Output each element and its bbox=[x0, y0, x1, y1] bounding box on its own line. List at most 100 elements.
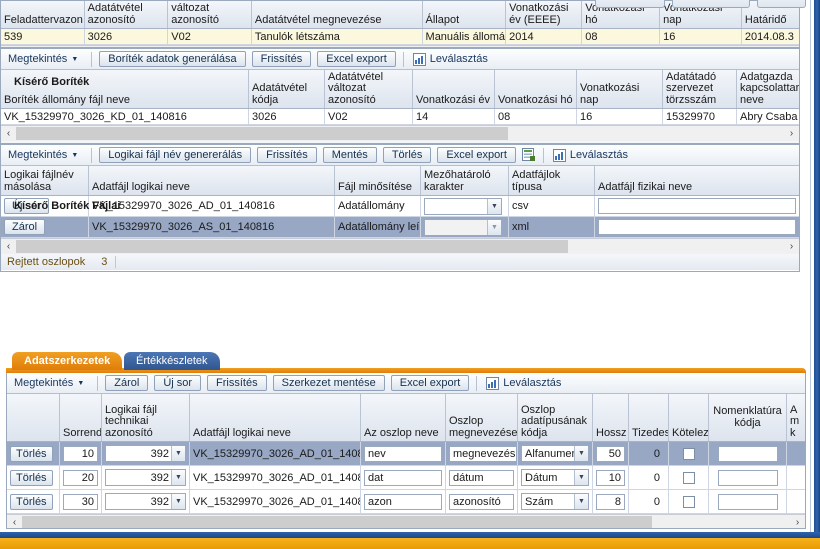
col-nomenklatura-kodja[interactable]: Nomenklatúra kódja bbox=[709, 394, 787, 441]
delete-button[interactable]: Törlés bbox=[382, 147, 432, 163]
required-checkbox[interactable] bbox=[682, 471, 695, 484]
scroll-right-icon[interactable]: › bbox=[790, 514, 805, 528]
col-oszlop-megnevezese[interactable]: Oszlop megnevezése bbox=[446, 394, 518, 441]
scroll-thumb[interactable] bbox=[16, 239, 568, 253]
adatszerkezetek-hscrollbar[interactable]: ‹ › bbox=[7, 514, 805, 528]
detach-button[interactable]: Leválasztás bbox=[411, 52, 488, 66]
col-vonatkozasi-nap[interactable]: Vonatkozási nap bbox=[577, 70, 663, 108]
required-checkbox[interactable] bbox=[682, 495, 695, 508]
nomenclature-code-input[interactable] bbox=[717, 493, 778, 510]
grid-settings-icon[interactable] bbox=[521, 148, 536, 162]
nomenclature-code-input[interactable] bbox=[717, 445, 778, 462]
table-row[interactable]: 539 3026 V02 Tanulók létszáma Manuális á… bbox=[1, 29, 799, 45]
tab-ertekkeszletek[interactable]: Értékkészletek bbox=[124, 352, 220, 370]
generate-envelope-data-button[interactable]: Boríték adatok generálása bbox=[99, 51, 246, 67]
delete-row-button[interactable]: Törlés bbox=[10, 493, 53, 510]
refresh-button[interactable]: Frissítés bbox=[257, 147, 317, 163]
refresh-button[interactable]: Frissítés bbox=[251, 51, 312, 67]
scroll-right-icon[interactable]: › bbox=[784, 125, 799, 141]
detach-button[interactable]: Leválasztás bbox=[551, 148, 628, 162]
length-input[interactable]: 50 bbox=[596, 445, 625, 462]
nomenclature-code-input[interactable] bbox=[717, 469, 778, 486]
technical-id-select[interactable]: 392 ▼ bbox=[105, 493, 186, 510]
view-menu-button[interactable]: Megtekintés ▼ bbox=[4, 52, 84, 66]
column-name-input[interactable]: dat bbox=[364, 469, 442, 486]
physical-filename-input[interactable] bbox=[598, 198, 796, 214]
table-row[interactable]: Törlés 30 392 ▼ VK_15329970_3026_AD_01_1… bbox=[7, 490, 805, 514]
col-hossz[interactable]: Hossz bbox=[593, 394, 629, 441]
column-caption-input[interactable]: dátum bbox=[449, 469, 514, 486]
col-adatfajl-logikai-neve[interactable]: Adatfájl logikai neve bbox=[190, 394, 361, 441]
col-vonatkozasi-ev[interactable]: Vonatkozási év bbox=[413, 70, 495, 108]
refresh-button[interactable]: Frissítés bbox=[207, 375, 267, 391]
column-name-input[interactable]: nev bbox=[364, 445, 442, 462]
scroll-thumb[interactable] bbox=[16, 126, 508, 140]
field-separator-select[interactable]: ▼ bbox=[424, 197, 502, 215]
col-kapcsolattarto[interactable]: Adatgazda kapcsolattar neve bbox=[737, 70, 799, 108]
technical-id-select[interactable]: 392 ▼ bbox=[105, 445, 186, 462]
lock-button[interactable]: Zárol bbox=[105, 375, 149, 391]
col-tizedes[interactable]: Tizedes bbox=[629, 394, 669, 441]
length-input[interactable]: 10 bbox=[596, 469, 625, 486]
col-torzsszam[interactable]: Adatátadó szervezet törzsszám bbox=[663, 70, 737, 108]
excel-export-button[interactable]: Excel export bbox=[437, 147, 516, 163]
data-type-select[interactable]: Alfanumerik ▼ bbox=[521, 445, 589, 462]
top-button-2[interactable] bbox=[672, 0, 750, 8]
col-sorrend[interactable]: Sorrend bbox=[60, 394, 102, 441]
detach-button[interactable]: Leválasztás bbox=[484, 376, 561, 390]
scroll-left-icon[interactable]: ‹ bbox=[1, 238, 16, 254]
scroll-track[interactable] bbox=[16, 238, 784, 254]
table-row[interactable]: VK_15329970_3026_KD_01_140816 3026 V02 1… bbox=[1, 109, 799, 125]
kisero-boritek-hscrollbar[interactable]: ‹ › bbox=[1, 125, 799, 141]
table-row[interactable]: Új sor VK_15329970_3026_AD_01_140816 Ada… bbox=[1, 196, 799, 217]
col-fajl-minositese[interactable]: Fájl minősítése bbox=[335, 166, 421, 195]
column-caption-input[interactable]: azonosító bbox=[449, 493, 514, 510]
col-kotelezo[interactable]: Kötelező bbox=[669, 394, 709, 441]
scroll-left-icon[interactable]: ‹ bbox=[7, 514, 22, 528]
scroll-thumb[interactable] bbox=[22, 515, 652, 528]
col-valtozat-azonosito[interactable]: Adatátvétel változat azonosító bbox=[325, 70, 413, 108]
col-az-oszlop-neve[interactable]: Az oszlop neve bbox=[361, 394, 446, 441]
physical-filename-input[interactable] bbox=[598, 219, 796, 235]
order-input[interactable]: 20 bbox=[63, 469, 98, 486]
col-technikai-azonosito[interactable]: Logikai fájl technikai azonosító bbox=[102, 394, 190, 441]
field-separator-select[interactable]: ▼ bbox=[424, 218, 502, 236]
excel-export-button[interactable]: Excel export bbox=[317, 51, 396, 67]
col-extra[interactable]: A m k bbox=[787, 394, 803, 441]
save-structure-button[interactable]: Szerkezet mentése bbox=[272, 375, 385, 391]
lock-button[interactable]: Zárol bbox=[4, 219, 46, 235]
fajlai-hscrollbar[interactable]: ‹ › bbox=[1, 238, 799, 254]
col-adatatvetel-kodja[interactable]: Adatátvétel kódja bbox=[249, 70, 325, 108]
data-type-select[interactable]: Szám ▼ bbox=[521, 493, 589, 510]
tab-adatszerkezetek[interactable]: Adatszerkezetek bbox=[12, 352, 123, 370]
top-button-1[interactable] bbox=[595, 0, 665, 8]
order-input[interactable]: 30 bbox=[63, 493, 98, 510]
new-row-button[interactable]: Új sor bbox=[154, 375, 202, 391]
table-row[interactable]: Zárol VK_15329970_3026_AS_01_140816 Adat… bbox=[1, 217, 799, 238]
col-mezohatarolo-karakter[interactable]: Mezőhatároló karakter bbox=[421, 166, 509, 195]
scroll-right-icon[interactable]: › bbox=[784, 238, 799, 254]
view-menu-button[interactable]: Megtekintés ▼ bbox=[4, 148, 84, 162]
col-adatfajl-logikai-neve[interactable]: Adatfájl logikai neve bbox=[89, 166, 335, 195]
col-oszlop-adattipus-kodja[interactable]: Oszlop adatípusának kódja bbox=[518, 394, 593, 441]
table-row[interactable]: Törlés 20 392 ▼ VK_15329970_3026_AD_01_1… bbox=[7, 466, 805, 490]
col-logikai-fajlnev-masolasa[interactable]: Logikai fájlnév másolása bbox=[1, 166, 89, 195]
col-adatfajlok-tipusa[interactable]: Adatfájlok típusa bbox=[509, 166, 595, 195]
delete-row-button[interactable]: Törlés bbox=[10, 445, 53, 462]
technical-id-select[interactable]: 392 ▼ bbox=[105, 469, 186, 486]
scroll-track[interactable] bbox=[22, 514, 790, 528]
col-adatfajl-fizikai-neve[interactable]: Adatfájl fizikai neve bbox=[595, 166, 799, 195]
scroll-track[interactable] bbox=[16, 125, 784, 141]
order-input[interactable]: 10 bbox=[63, 445, 98, 462]
delete-row-button[interactable]: Törlés bbox=[10, 469, 53, 486]
length-input[interactable]: 8 bbox=[596, 493, 625, 510]
column-caption-input[interactable]: megnevezés bbox=[449, 445, 517, 462]
required-checkbox[interactable] bbox=[682, 447, 695, 460]
col-action[interactable] bbox=[7, 394, 60, 441]
data-type-select[interactable]: Dátum ▼ bbox=[521, 469, 589, 486]
column-name-input[interactable]: azon bbox=[364, 493, 442, 510]
scroll-left-icon[interactable]: ‹ bbox=[1, 125, 16, 141]
save-button[interactable]: Mentés bbox=[322, 147, 377, 163]
view-menu-button[interactable]: Megtekintés ▼ bbox=[10, 376, 90, 390]
col-vonatkozasi-ho[interactable]: Vonatkozási hó bbox=[495, 70, 577, 108]
